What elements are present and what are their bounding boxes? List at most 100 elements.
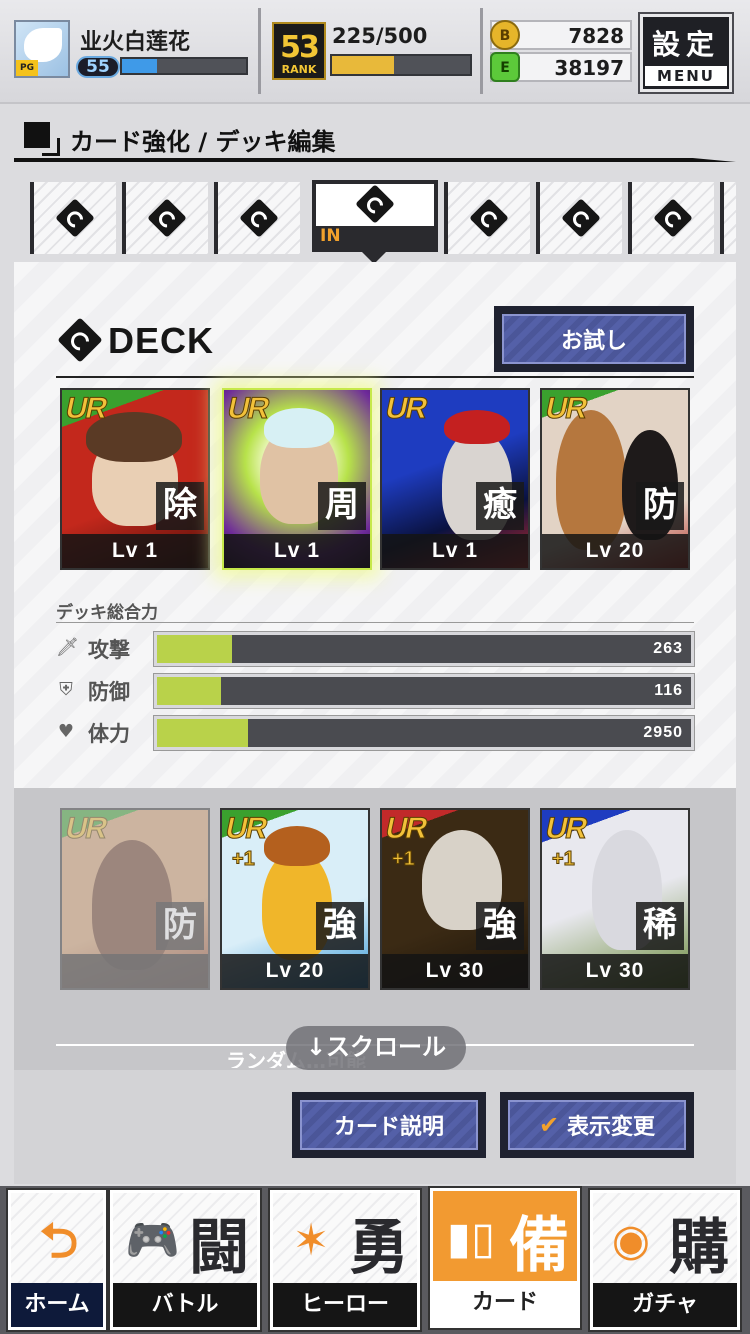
deck-tab-7[interactable]: [628, 182, 714, 254]
reserve-card-4[interactable]: UR +1 稀 Lv 30: [540, 808, 690, 990]
deck-icon: [55, 198, 95, 238]
shield-icon: ⛨: [59, 679, 73, 700]
player-name: 业火白莲花: [80, 30, 191, 55]
menu-label: MENU: [645, 66, 727, 86]
nav-label: ガチャ: [593, 1283, 737, 1327]
rank-number: 53: [280, 30, 320, 65]
card-info-button[interactable]: カード説明: [292, 1092, 486, 1158]
stat-label: 体力: [88, 722, 130, 746]
deck-tab-5[interactable]: [444, 182, 530, 254]
card-rarity: UR: [542, 392, 589, 426]
deck-tabs: IN: [14, 180, 736, 254]
deck-icon: [147, 198, 187, 238]
deck-tab-2[interactable]: [122, 182, 208, 254]
card-level: Lv 20: [222, 954, 368, 988]
deck-icon: [561, 198, 601, 238]
nav-kanji: 勇: [349, 1213, 409, 1283]
card-character: [556, 410, 626, 550]
trial-button[interactable]: お試し: [494, 306, 694, 372]
deck-underline: [56, 376, 694, 378]
stat-value: 2950: [643, 724, 683, 741]
deck-card-3[interactable]: UR 癒 Lv 1: [380, 388, 530, 570]
card-level: Lv 20: [542, 534, 688, 568]
change-display-button[interactable]: ✔ 表示変更: [500, 1092, 694, 1158]
stat-bar-fill: [157, 677, 222, 705]
deck-card-4[interactable]: UR 防 Lv 20: [540, 388, 690, 570]
bottom-nav: ⮌ ホーム 🎮 闘 バトル ✶ 勇 ヒーロー ▮▯ 備 カード ◉ 購 ガチャ: [0, 1186, 750, 1334]
energy-value: 38197: [554, 56, 624, 80]
change-display-label: 表示変更: [567, 1115, 656, 1140]
card-hair: [264, 826, 330, 866]
nav-tab-gacha[interactable]: ◉ 購 ガチャ: [588, 1188, 742, 1332]
stat-defense: ⛨ 防御 116: [56, 673, 696, 709]
deck-tab-6[interactable]: [536, 182, 622, 254]
card-plus: +1: [392, 848, 416, 871]
deck-tab-3[interactable]: [214, 182, 300, 254]
action-bar: カード説明 ✔ 表示変更: [14, 1070, 736, 1184]
deck-icon: [653, 198, 693, 238]
nav-tab-hero[interactable]: ✶ 勇 ヒーロー: [268, 1188, 422, 1332]
card-level: Lv 30: [382, 954, 528, 988]
stamina-bar: [330, 54, 472, 76]
card-level: Lv 30: [542, 954, 688, 988]
divider: [258, 8, 261, 94]
nav-tab-home[interactable]: ⮌ ホーム: [6, 1188, 108, 1332]
stat-bar: 263: [153, 631, 695, 667]
trial-button-label: お試し: [560, 329, 627, 354]
nav-label: バトル: [113, 1283, 257, 1327]
nav-label: カード: [433, 1281, 577, 1325]
nav-kanji: 備: [509, 1211, 569, 1281]
deck-heading-text: DECK: [108, 320, 215, 361]
stamina-bar-fill: [332, 56, 395, 74]
card-skill: 周: [318, 482, 366, 530]
status-header: PG 业火白莲花 55 53 RANK 225/500 B 7828 E 381…: [0, 0, 750, 104]
energy-row: E 38197: [490, 52, 632, 82]
stat-label: 防御: [88, 680, 130, 704]
deck-tab-8[interactable]: [720, 182, 736, 254]
cards-icon: ▮▯: [446, 1213, 496, 1264]
stat-value: 116: [654, 682, 683, 699]
card-level: Lv 1: [62, 534, 208, 568]
nav-tab-battle[interactable]: 🎮 闘 バトル: [108, 1188, 262, 1332]
deck-panel: DECK お試し UR 除 Lv 1 UR 周 Lv 1 UR 癒 Lv 1 U…: [14, 262, 736, 788]
reserve-card-2[interactable]: UR +1 強 Lv 20: [220, 808, 370, 990]
card-info-label: カード説明: [333, 1115, 444, 1140]
stat-bar-fill: [157, 719, 248, 747]
exp-bar: [120, 57, 248, 75]
scroll-hint: ↓スクロール: [286, 1026, 466, 1070]
reserve-card-3[interactable]: UR +1 強 Lv 30: [380, 808, 530, 990]
heart-icon: ♥: [57, 721, 75, 742]
deck-icon: [469, 198, 509, 238]
exp-bar-fill: [122, 59, 157, 73]
stat-value: 263: [653, 640, 683, 657]
card-hat: [444, 410, 510, 444]
deck-card-2[interactable]: UR 周 Lv 1: [222, 388, 372, 570]
stat-bar: 116: [153, 673, 695, 709]
nav-kanji: 購: [669, 1213, 729, 1283]
card-level: [62, 954, 208, 988]
card-hair: [264, 408, 334, 448]
card-skill: 強: [476, 902, 524, 950]
deck-tab-1[interactable]: [30, 182, 116, 254]
deck-tab-4-active[interactable]: IN: [312, 180, 438, 252]
divider: [480, 8, 483, 94]
nav-kanji: 闘: [189, 1213, 249, 1283]
nav-label: ホーム: [11, 1283, 103, 1327]
menu-kanji: 設定: [651, 28, 720, 61]
card-rarity: UR: [222, 812, 269, 846]
in-label: IN: [320, 226, 341, 246]
stats-divider: [56, 622, 694, 623]
menu-button[interactable]: 設定 MENU: [638, 12, 734, 94]
reserve-card-1[interactable]: UR 防: [60, 808, 210, 990]
card-skill: 稀: [636, 902, 684, 950]
deck-card-1[interactable]: UR 除 Lv 1: [60, 388, 210, 570]
nav-label: ヒーロー: [273, 1283, 417, 1327]
title-underline: [14, 158, 736, 162]
hero-icon: ✶: [292, 1215, 330, 1266]
card-plus: +1: [552, 848, 576, 871]
avatar-image: [24, 28, 62, 62]
nav-tab-card[interactable]: ▮▯ 備 カード: [428, 1186, 582, 1330]
player-avatar[interactable]: PG: [14, 20, 70, 78]
card-skill: 防: [156, 902, 204, 950]
coin-icon: B: [490, 20, 520, 50]
